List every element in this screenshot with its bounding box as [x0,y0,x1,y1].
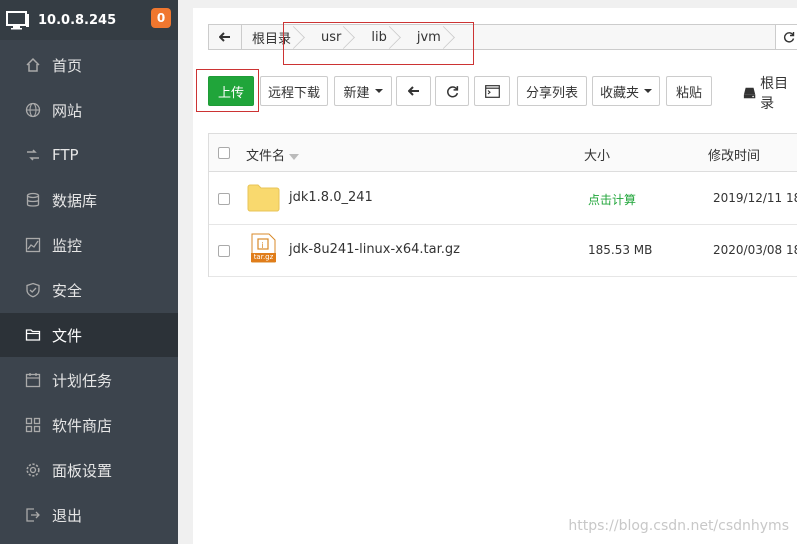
archive-file-icon: i tar.gz [250,233,277,263]
file-manager-panel: 根目录 usr lib jvm 上传 远程下载 新建 分享列表 收藏夹 粘贴 根… [193,8,797,544]
shield-icon [26,282,40,298]
caret-down-icon [644,89,652,93]
file-name[interactable]: jdk-8u241-linux-x64.tar.gz [289,242,460,257]
terminal-icon [484,84,500,98]
sidebar-item-label: 数据库 [52,191,98,210]
upload-highlight-box [196,69,259,112]
archive-file-icon-label: tar.gz [253,253,274,261]
select-all-checkbox[interactable] [218,147,230,159]
sidebar-item-website[interactable]: 网站 [0,88,178,132]
sidebar-item-label: 软件商店 [52,416,113,435]
sidebar-item-label: 计划任务 [52,371,113,390]
table-header: 文件名 大小 修改时间 [209,134,797,172]
calculate-size-link[interactable]: 点击计算 [588,191,636,208]
sidebar-item-files[interactable]: 文件 [0,313,178,357]
arrow-left-icon [407,86,419,96]
caret-down-icon [374,89,383,93]
path-highlight-box [283,22,474,65]
folder-icon [247,184,280,212]
new-button-label: 新建 [343,85,370,101]
header-filename-label: 文件名 [246,149,286,164]
table-row[interactable]: jdk1.8.0_241 点击计算 2019/12/11 18 [209,173,797,225]
ftp-icon [27,149,39,161]
notification-badge[interactable]: 0 [151,8,171,28]
refresh-icon [446,85,458,97]
sidebar-item-label: 文件 [52,326,83,345]
home-icon [26,57,40,72]
sidebar-item-security[interactable]: 安全 [0,268,178,312]
sidebar-item-monitor[interactable]: 监控 [0,223,178,267]
row-checkbox[interactable] [218,193,230,205]
sidebar-item-label: 退出 [52,506,83,525]
modified-time: 2019/12/11 18 [713,191,797,205]
disk-root-button[interactable]: 根目录 [743,76,797,112]
paste-button[interactable]: 粘贴 [666,76,712,106]
sidebar-item-label: 首页 [52,56,83,75]
refresh-button[interactable] [435,76,469,106]
file-size: 185.53 MB [588,243,653,257]
calendar-icon [25,373,41,388]
sidebar: 10.0.8.245 0 首页 网站 FTP 数据库 监控 安全 文件 计划任务… [0,0,178,544]
sidebar-item-logout[interactable]: 退出 [0,493,178,537]
favorites-button-label: 收藏夹 [599,85,639,101]
sidebar-item-store[interactable]: 软件商店 [0,403,178,447]
sidebar-item-ftp[interactable]: FTP [0,133,178,177]
hard-drive-icon [743,87,756,99]
monitor-icon [25,237,41,253]
arrow-left-icon [219,32,230,42]
file-name[interactable]: jdk1.8.0_241 [289,190,373,205]
disk-root-label: 根目录 [760,76,789,112]
table-row[interactable]: i tar.gz jdk-8u241-linux-x64.tar.gz 185.… [209,225,797,277]
header-modified[interactable]: 修改时间 [708,145,760,164]
sidebar-item-label: FTP [52,146,79,164]
sidebar-item-label: 安全 [52,281,83,300]
sidebar-item-label: 监控 [52,236,83,255]
terminal-button[interactable] [474,76,510,106]
sidebar-item-label: 网站 [52,101,83,120]
folder-icon [25,329,41,341]
apps-icon [25,417,41,433]
sidebar-item-cron[interactable]: 计划任务 [0,358,178,402]
header-size[interactable]: 大小 [584,145,610,164]
file-table: 文件名 大小 修改时间 jdk1.8.0_241 点击计算 2019/12/11… [208,133,797,277]
sidebar-item-settings[interactable]: 面板设置 [0,448,178,492]
sidebar-item-home[interactable]: 首页 [0,43,178,87]
share-list-button[interactable]: 分享列表 [517,76,587,106]
refresh-icon [783,32,794,43]
database-icon [26,192,40,207]
gear-icon [26,463,40,477]
favorites-button[interactable]: 收藏夹 [592,76,660,106]
path-refresh-button[interactable] [775,25,797,49]
back-button[interactable] [396,76,431,106]
sort-desc-icon [289,153,300,160]
sidebar-item-label: 面板设置 [52,461,113,480]
server-monitor-icon [6,11,29,30]
globe-icon [25,102,41,118]
logout-icon [26,508,40,522]
path-back-button[interactable] [209,25,242,49]
svg-text:i: i [262,241,264,250]
row-checkbox[interactable] [218,245,230,257]
new-button[interactable]: 新建 [334,76,392,106]
header-filename[interactable]: 文件名 [246,145,300,164]
remote-download-button[interactable]: 远程下载 [260,76,328,106]
server-host: 10.0.8.245 [38,12,117,28]
watermark: https://blog.csdn.net/csdnhyms [568,518,789,534]
modified-time: 2020/03/08 18 [713,243,797,257]
sidebar-item-database[interactable]: 数据库 [0,178,178,222]
